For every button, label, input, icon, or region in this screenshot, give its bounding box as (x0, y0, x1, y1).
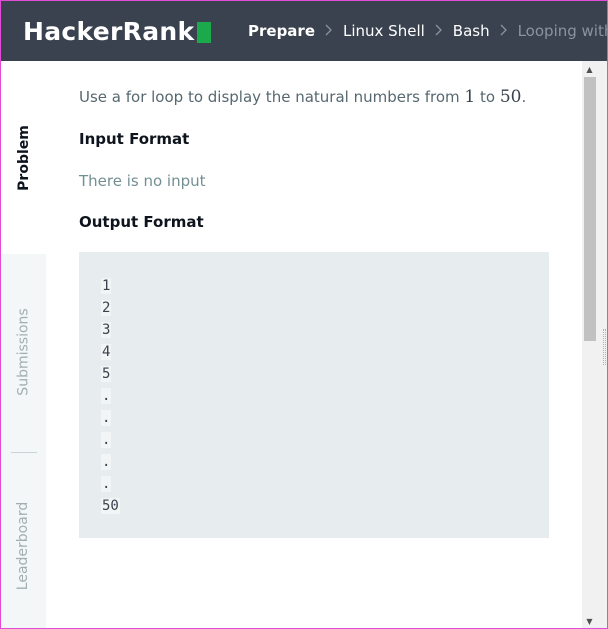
breadcrumb-linux-shell[interactable]: Linux Shell (343, 22, 425, 40)
output-line: 2 (101, 300, 112, 316)
top-navigation-bar: HackerRank Prepare Linux Shell Bash Loop… (1, 1, 607, 61)
logo-text: HackerRank (23, 16, 195, 46)
tab-problem[interactable]: Problem (1, 61, 46, 254)
output-line: . (101, 454, 112, 470)
sidebar-divider (11, 452, 37, 453)
tab-submissions[interactable]: Submissions (1, 254, 46, 449)
description-suffix: . (521, 88, 527, 106)
logo-green-block-icon (197, 21, 212, 43)
tab-leaderboard-label: Leaderboard (15, 501, 32, 590)
breadcrumb-current-challenge: Looping with N (517, 22, 607, 40)
input-format-heading: Input Format (79, 130, 190, 148)
output-line: . (101, 432, 112, 448)
app-window: HackerRank Prepare Linux Shell Bash Loop… (0, 0, 608, 629)
output-line: 5 (101, 366, 112, 382)
output-line: 50 (101, 498, 120, 514)
chevron-right-icon (325, 22, 333, 40)
breadcrumb-prepare[interactable]: Prepare (248, 22, 315, 40)
breadcrumb: Prepare Linux Shell Bash Looping with N (248, 1, 607, 61)
chevron-right-icon (500, 22, 508, 40)
output-line: 4 (101, 344, 112, 360)
scrollbar-thumb[interactable] (584, 77, 596, 341)
input-format-text: There is no input (79, 172, 206, 190)
description-middle: to (475, 88, 500, 106)
panel-resize-handle[interactable] (603, 329, 606, 365)
output-format-heading: Output Format (79, 213, 204, 231)
output-line: . (101, 476, 112, 492)
output-line: . (101, 410, 112, 426)
tab-problem-label: Problem (15, 124, 32, 191)
output-line: 3 (101, 322, 112, 338)
hackerrank-logo[interactable]: HackerRank (23, 16, 212, 46)
range-end-value: 50 (499, 87, 522, 107)
challenge-sidebar: Problem Submissions Leaderboard (1, 61, 46, 628)
triangle-up-icon[interactable]: ▲ (582, 65, 597, 74)
output-line: . (101, 388, 112, 404)
sample-output-block: 1 2 3 4 5 . . . . . 50 (79, 252, 549, 538)
vertical-scrollbar[interactable]: ▲ ▼ (582, 61, 607, 628)
problem-statement: Use a for loop to display the natural nu… (46, 61, 582, 628)
tab-submissions-label: Submissions (15, 307, 32, 396)
output-line: 1 (101, 278, 112, 294)
chevron-right-icon (435, 22, 443, 40)
output-lines: 1 2 3 4 5 . . . . . 50 (101, 275, 120, 517)
problem-description: Use a for loop to display the natural nu… (79, 87, 526, 107)
range-start-value: 1 (464, 87, 476, 107)
description-prefix: Use a for loop to display the natural nu… (79, 88, 465, 106)
breadcrumb-bash[interactable]: Bash (453, 22, 490, 40)
tab-leaderboard[interactable]: Leaderboard (1, 461, 46, 628)
triangle-down-icon[interactable]: ▼ (582, 617, 597, 626)
